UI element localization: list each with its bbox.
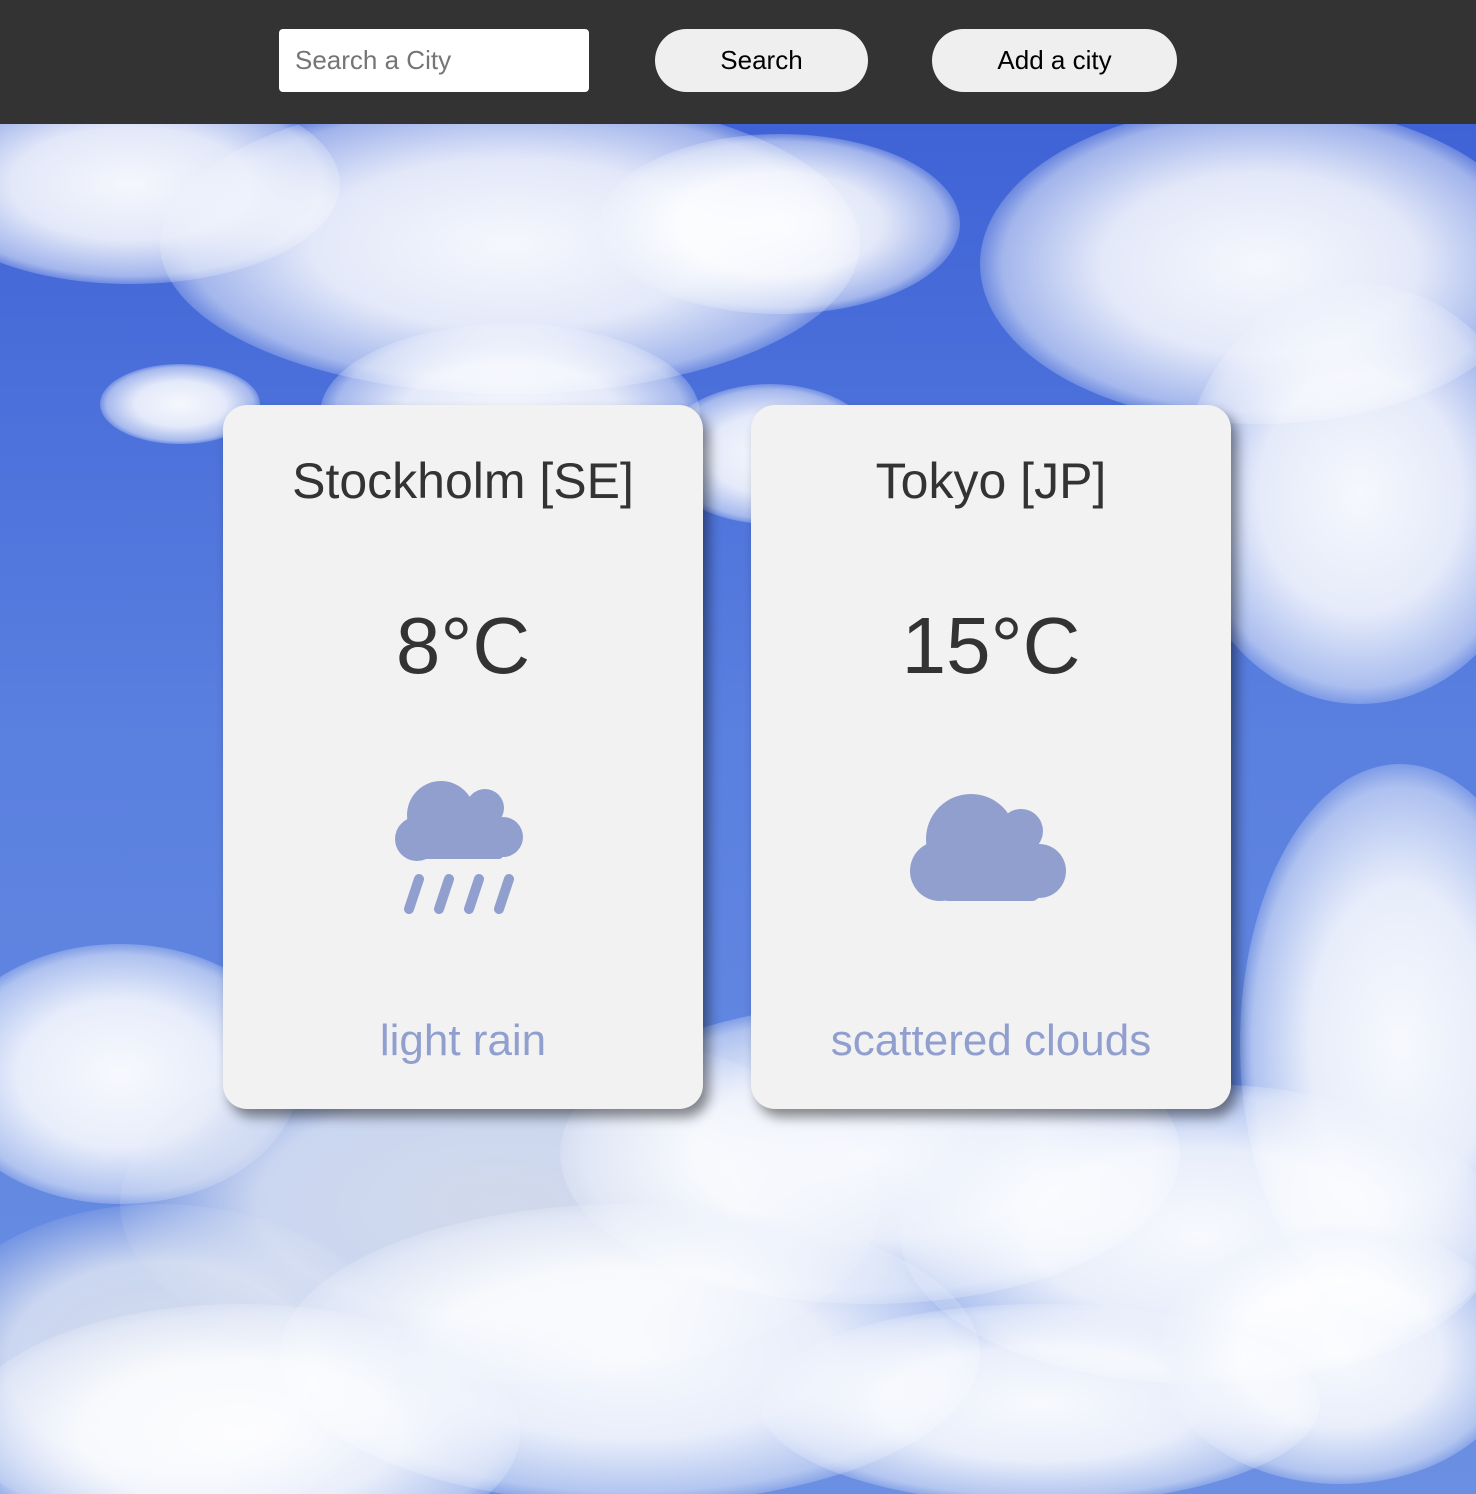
weather-description: scattered clouds (830, 1016, 1152, 1065)
sky-background-image (0, 124, 1476, 1494)
search-button[interactable]: Search (655, 29, 868, 92)
temperature: 15°C (901, 601, 1081, 690)
city-name: Tokyo [JP] (875, 453, 1107, 509)
weather-description: light rain (379, 1016, 547, 1065)
search-city-input[interactable] (279, 29, 589, 92)
cloud-icon (910, 794, 1066, 901)
rain-cloud-icon (395, 781, 523, 914)
weather-card-stockholm: Stockholm [SE] 8°C light rain (223, 405, 703, 1109)
add-city-button[interactable]: Add a city (932, 29, 1177, 92)
city-name: Stockholm [SE] (292, 453, 634, 509)
weather-card-tokyo: Tokyo [JP] 15°C scattered clouds (751, 405, 1231, 1109)
top-toolbar: Search Add a city (0, 0, 1476, 124)
temperature: 8°C (395, 601, 531, 690)
